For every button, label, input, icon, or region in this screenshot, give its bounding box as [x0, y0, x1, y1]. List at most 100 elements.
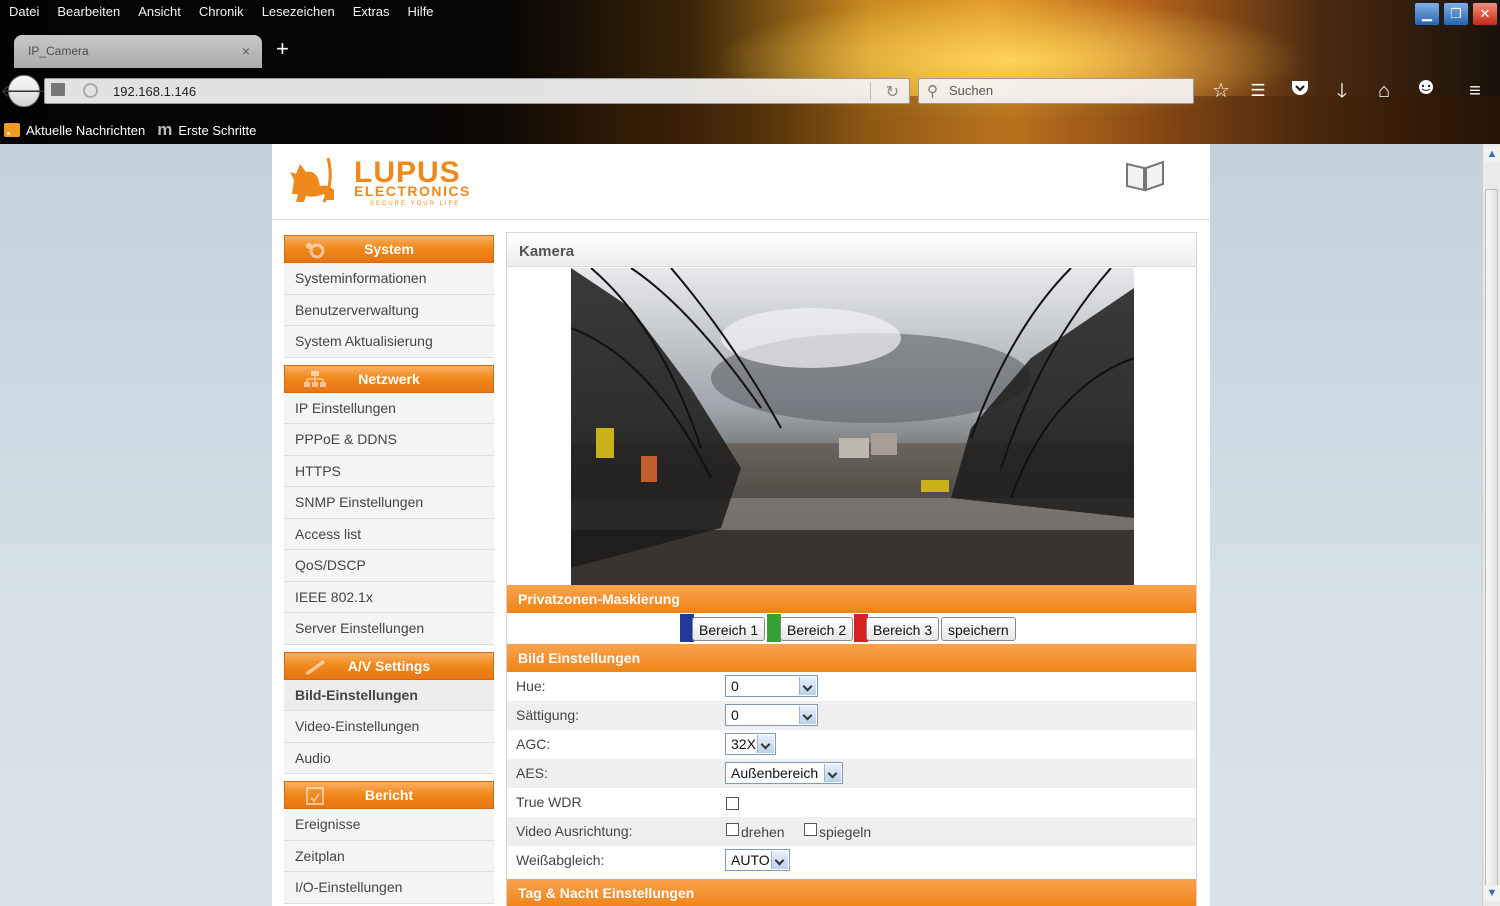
menu-datei[interactable]: Datei — [0, 0, 48, 24]
site-info-icon[interactable] — [83, 83, 98, 98]
sidebar-item-audio[interactable]: Audio — [284, 742, 494, 774]
menu-extras[interactable]: Extras — [344, 0, 399, 24]
sidebar-group-system[interactable]: System — [284, 235, 494, 263]
pocket-icon[interactable] — [1287, 78, 1313, 104]
chevron-down-icon — [799, 677, 816, 695]
aes-value: Außenbereich — [731, 765, 819, 781]
sidebar: System Systeminformationen Benutzerverwa… — [284, 232, 494, 904]
sidebar-item-io-einstellungen[interactable]: I/O-Einstellungen — [284, 872, 494, 904]
bookmark-label: Aktuelle Nachrichten — [26, 122, 146, 138]
day-night-header: Tag & Nacht Einstellungen — [507, 879, 1196, 906]
mirror-checkbox[interactable] — [804, 823, 817, 836]
white-balance-label: Weißabgleich: — [516, 852, 605, 868]
logo-tagline: SECURE YOUR LIFE — [370, 201, 460, 207]
tab-strip: IP_Camera × + — [14, 35, 289, 68]
scrollbar-thumb[interactable] — [1485, 189, 1498, 889]
bookmark-erste-schritte[interactable]: m Erste Schritte — [157, 120, 256, 140]
report-icon — [306, 787, 324, 805]
minimize-button[interactable]: ▁ — [1414, 2, 1440, 26]
lupus-logo: LUPUS ELECTRONICS SECURE YOUR LIFE — [290, 156, 469, 207]
agc-value: 32X — [731, 736, 756, 752]
network-icon — [304, 370, 326, 387]
privacy-masking-header: Privatzonen-Maskierung — [507, 585, 1196, 613]
download-icon[interactable]: 🡓 — [1329, 78, 1355, 104]
aes-select[interactable]: Außenbereich — [725, 762, 843, 784]
hue-row: Hue: 0 — [507, 672, 1196, 701]
reload-icon[interactable]: ↻ — [886, 82, 899, 102]
search-bar[interactable]: ⚲ — [918, 78, 1194, 104]
home-icon[interactable]: ⌂ — [1371, 78, 1397, 104]
sidebar-item-ip-einstellungen[interactable]: IP Einstellungen — [284, 392, 494, 424]
chevron-down-icon — [824, 764, 841, 782]
menu-hilfe[interactable]: Hilfe — [399, 0, 443, 24]
search-input[interactable] — [947, 82, 1181, 99]
area2-button[interactable]: Bereich 2 — [780, 617, 854, 641]
saturation-value: 0 — [731, 707, 739, 723]
star-icon[interactable]: ☆ — [1208, 78, 1234, 104]
scroll-up-icon[interactable]: ▲ — [1484, 146, 1500, 162]
sidebar-item-system-aktualisierung[interactable]: System Aktualisierung — [284, 326, 494, 358]
true-wdr-checkbox[interactable] — [726, 797, 739, 810]
sidebar-group-label: Bericht — [364, 787, 414, 803]
sidebar-group-av-settings[interactable]: A/V Settings — [284, 651, 494, 680]
sidebar-item-ereignisse[interactable]: Ereignisse — [284, 809, 494, 841]
mozilla-icon: m — [157, 120, 173, 139]
saturation-select[interactable]: 0 — [725, 704, 818, 726]
sidebar-item-qos-dscp[interactable]: QoS/DSCP — [284, 550, 494, 582]
navigation-bar: 🡐 192.168.1.146 ↻ ⚲ ☆ ☰ 🡓 ⌂ ≡ — [0, 70, 1500, 112]
browser-tab[interactable]: IP_Camera × — [14, 35, 262, 68]
agc-select[interactable]: 32X — [725, 733, 776, 755]
maximize-button[interactable]: ❐ — [1443, 2, 1469, 26]
tab-close-icon[interactable]: × — [242, 43, 250, 59]
menu-bearbeiten[interactable]: Bearbeiten — [48, 0, 129, 24]
privacy-mask-buttons: Bereich 1 Bereich 2 Bereich 3 speichern — [507, 614, 1196, 644]
area1-button[interactable]: Bereich 1 — [692, 617, 766, 641]
sidebar-group-netzwerk[interactable]: Netzwerk — [284, 364, 494, 393]
address-bar[interactable]: 192.168.1.146 ↻ — [44, 78, 910, 104]
reading-list-icon[interactable]: ☰ — [1245, 78, 1271, 104]
white-balance-value: AUTO — [731, 852, 770, 868]
close-window-button[interactable]: ✕ — [1472, 2, 1498, 26]
sidebar-item-video-einstellungen[interactable]: Video-Einstellungen — [284, 711, 494, 743]
sidebar-item-zeitplan[interactable]: Zeitplan — [284, 840, 494, 872]
sidebar-item-benutzerverwaltung[interactable]: Benutzerverwaltung — [284, 294, 494, 326]
menu-chronik[interactable]: Chronik — [190, 0, 253, 24]
sidebar-group-bericht[interactable]: Bericht — [284, 781, 494, 809]
page-scrollbar[interactable]: ▲ ▼ — [1482, 144, 1500, 906]
rotate-checkbox[interactable] — [726, 823, 739, 836]
sidebar-group-label: A/V Settings — [347, 657, 431, 674]
sidebar-item-https[interactable]: HTTPS — [284, 455, 494, 487]
sidebar-item-systeminformationen[interactable]: Systeminformationen — [284, 263, 494, 295]
sidebar-item-pppoe-ddns[interactable]: PPPoE & DDNS — [284, 424, 494, 456]
chevron-down-icon — [799, 706, 816, 724]
sidebar-item-ieee-8021x[interactable]: IEEE 802.1x — [284, 581, 494, 613]
sidebar-item-bild-einstellungen[interactable]: Bild-Einstellungen — [284, 679, 494, 711]
scroll-down-icon[interactable]: ▼ — [1484, 885, 1500, 901]
chat-icon[interactable] — [1413, 78, 1439, 104]
av-icon — [305, 659, 325, 675]
browser-chrome: Datei Bearbeiten Ansicht Chronik Lesezei… — [0, 0, 1500, 144]
menu-icon[interactable]: ≡ — [1462, 78, 1488, 104]
sidebar-item-snmp[interactable]: SNMP Einstellungen — [284, 487, 494, 519]
bookmark-aktuelle-nachrichten[interactable]: Aktuelle Nachrichten — [4, 123, 145, 138]
bookmarks-bar: Aktuelle Nachrichten m Erste Schritte — [0, 118, 264, 142]
sidebar-item-access-list[interactable]: Access list — [284, 518, 494, 550]
menu-ansicht[interactable]: Ansicht — [129, 0, 190, 24]
chevron-down-icon — [771, 851, 788, 869]
manual-book-icon[interactable] — [1124, 158, 1166, 192]
content-title: Kamera — [507, 233, 1196, 267]
hue-select[interactable]: 0 — [725, 675, 818, 697]
new-tab-button[interactable]: + — [276, 36, 289, 68]
area3-button[interactable]: Bereich 3 — [866, 617, 940, 641]
url-text[interactable]: 192.168.1.146 — [113, 84, 196, 99]
saturation-row: Sättigung: 0 — [507, 701, 1196, 730]
back-button[interactable]: 🡐 — [0, 75, 48, 107]
true-wdr-label: True WDR — [516, 794, 582, 810]
hue-label: Hue: — [516, 678, 546, 694]
sidebar-item-server-einstellungen[interactable]: Server Einstellungen — [284, 613, 494, 645]
save-button[interactable]: speichern — [941, 617, 1016, 641]
menu-lesezeichen[interactable]: Lesezeichen — [253, 0, 344, 24]
menu-bar: Datei Bearbeiten Ansicht Chronik Lesezei… — [0, 0, 443, 24]
white-balance-select[interactable]: AUTO — [725, 849, 790, 871]
rotate-label: drehen — [741, 824, 785, 840]
